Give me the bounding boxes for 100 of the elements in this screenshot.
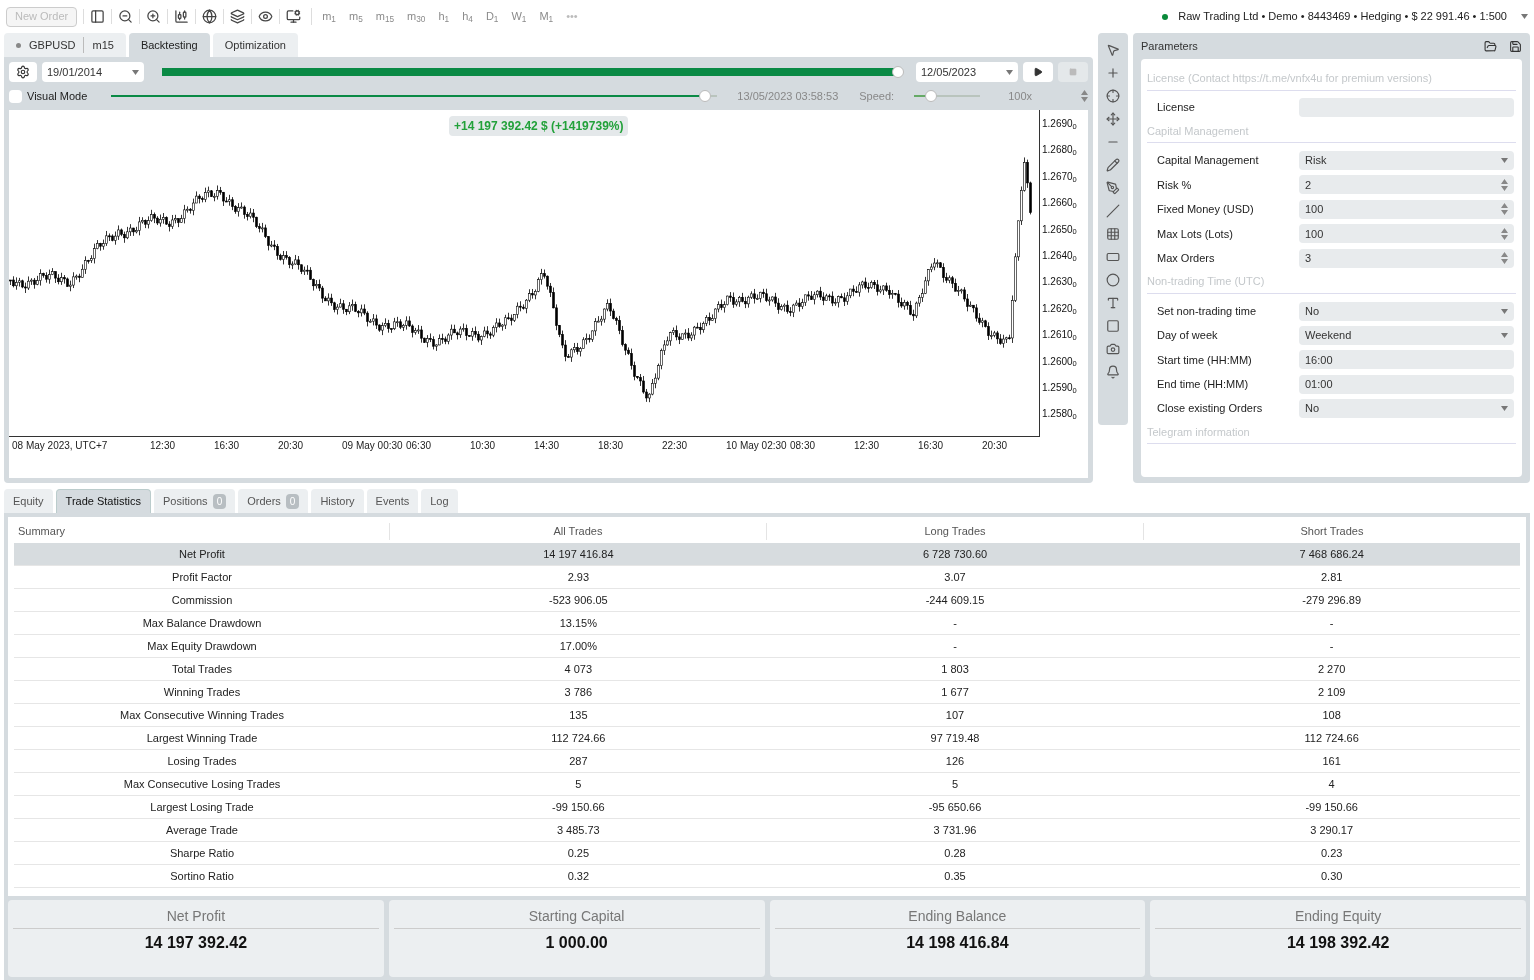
bottom-tab[interactable]: Positions 0 — [154, 489, 236, 513]
pen-icon[interactable] — [1106, 181, 1120, 195]
table-row[interactable]: Winning Trades 3 786 1 677 2 109 — [14, 681, 1520, 704]
slash-icon[interactable] — [1106, 204, 1120, 218]
bottom-tab[interactable]: Log — [421, 489, 458, 513]
chart-tab[interactable]: Backtesting — [128, 33, 210, 57]
bottom-tab[interactable]: History — [311, 489, 364, 513]
time-label: 20:30 — [981, 438, 1009, 453]
select-field[interactable]: No — [1299, 399, 1514, 419]
bell-icon[interactable] — [1106, 365, 1120, 379]
table-row[interactable]: Commission -523 906.05 -244 609.15 -279 296.89 — [14, 589, 1520, 612]
camera-icon[interactable] — [1106, 342, 1120, 356]
zoom-out-icon[interactable] — [118, 9, 134, 24]
table-cell-text: Profit Factor — [171, 569, 233, 585]
layout-icon[interactable] — [90, 9, 106, 24]
profit-badge: +14 197 392.42 $ (+1419739%) — [449, 116, 629, 136]
end-date-select[interactable]: 12/05/2023 — [916, 62, 1018, 82]
card-value: 14 198 416.84 — [905, 933, 1010, 953]
input-field[interactable]: 3 — [1299, 248, 1514, 268]
zoom-in-icon[interactable] — [146, 9, 162, 24]
pointer-icon[interactable] — [1106, 43, 1120, 57]
table-row[interactable]: Average Trade 3 485.73 3 731.96 3 290.17 — [14, 819, 1520, 842]
select-field[interactable]: Risk — [1299, 151, 1514, 171]
spinner-icon[interactable] — [1501, 178, 1508, 191]
parameter-label: License — [1157, 100, 1196, 116]
input-field[interactable]: 100 — [1299, 199, 1514, 219]
candlestick-icon[interactable] — [174, 9, 190, 24]
table-cell-text: -99 150.66 — [1304, 799, 1359, 815]
table-cell-text: 0.23 — [1319, 845, 1344, 861]
eye-icon[interactable] — [258, 9, 274, 24]
globe-icon[interactable] — [202, 9, 218, 24]
table-cell-text: Commission — [170, 592, 234, 608]
input-field[interactable]: 100 — [1299, 224, 1514, 244]
table-row[interactable]: Sharpe Ratio 0.25 0.28 0.23 — [14, 842, 1520, 865]
visual-mode-checkbox[interactable] — [9, 89, 22, 103]
table-cell-text: Max Consecutive Winning Trades — [119, 707, 285, 723]
price-label: 1.2690$_{0}$ — [1041, 118, 1077, 133]
table-row[interactable]: Sortino Ratio 0.32 0.35 0.30 — [14, 865, 1520, 888]
play-button[interactable] — [1023, 62, 1053, 82]
monitor-settings-icon[interactable] — [286, 9, 302, 24]
table-cell-text: - — [952, 615, 958, 631]
price-label: 1.2670$_{0}$ — [1041, 170, 1077, 186]
rectangle-icon[interactable] — [1106, 250, 1120, 264]
bottom-tab[interactable]: Trade Statistics — [55, 489, 151, 513]
table-row[interactable]: Largest Losing Trade -99 150.66 -95 650.66 -99 150.66 — [14, 796, 1520, 819]
table-row[interactable]: Max Equity Drawdown 17.00% - - — [14, 635, 1520, 658]
circle-icon[interactable] — [1106, 273, 1120, 287]
visual-mode-label: Visual Mode — [27, 88, 88, 104]
save-icon[interactable] — [1509, 39, 1522, 53]
bottom-tab[interactable]: Orders 0 — [238, 489, 309, 513]
open-folder-icon[interactable] — [1484, 39, 1497, 53]
spinner-icon[interactable] — [1081, 90, 1088, 102]
card-label: Net Profit — [13, 906, 379, 929]
spinner-icon[interactable] — [1501, 252, 1508, 265]
table-cell-text: 5 — [950, 776, 960, 792]
chart-tab[interactable]: Optimization — [212, 33, 298, 57]
table-row[interactable]: Profit Factor 2.93 3.07 2.81 — [14, 566, 1520, 589]
table-row[interactable]: Total Trades 4 073 1 803 2 270 — [14, 658, 1520, 681]
settings-button[interactable] — [9, 62, 37, 82]
slider-thumb[interactable] — [892, 66, 904, 78]
group-title: Capital Management — [1147, 122, 1516, 144]
square-icon[interactable] — [1106, 319, 1120, 333]
table-row[interactable]: Max Consecutive Winning Trades 135 107 108 — [14, 704, 1520, 727]
input-field[interactable]: 01:00 — [1299, 374, 1514, 394]
select-field[interactable]: No — [1299, 301, 1514, 321]
layers-icon[interactable] — [230, 9, 246, 24]
text-icon[interactable] — [1106, 296, 1120, 310]
table-cell-text: 17.00% — [558, 638, 598, 654]
time-label: 20:30 — [277, 438, 305, 453]
crosshair-icon[interactable] — [1106, 89, 1120, 103]
table-cell-text: Net Profit — [178, 546, 226, 562]
select-field[interactable]: Weekend — [1299, 325, 1514, 345]
chart-tab[interactable]: GBPUSD m15 — [4, 33, 126, 57]
table-row[interactable]: Max Consecutive Losing Trades 5 5 4 — [14, 773, 1520, 796]
slider-thumb[interactable] — [924, 90, 937, 102]
account-info[interactable]: Raw Trading Ltd • Demo • 8443469 • Hedging • $ 22 991.46 • 1:500 — [1178, 8, 1507, 25]
input-field[interactable]: 16:00 — [1299, 350, 1514, 370]
input-field[interactable]: 2 — [1299, 175, 1514, 195]
bottom-tab[interactable]: Equity — [4, 489, 53, 513]
start-date-select[interactable]: 19/01/2014 — [42, 62, 144, 82]
slider-thumb[interactable] — [699, 90, 712, 102]
table-cell-text: Largest Winning Trade — [145, 730, 259, 746]
table-row[interactable]: Net Profit 14 197 416.84 6 728 730.60 7 468 686.24 — [14, 543, 1520, 566]
price-label: 1.2600$_{0}$ — [1041, 355, 1077, 371]
table-row[interactable]: Largest Winning Trade 112 724.66 97 719.48 112 724.66 — [14, 727, 1520, 750]
time-label: 22:30 — [661, 438, 689, 453]
group-title: Telegram information — [1147, 423, 1516, 445]
spinner-icon[interactable] — [1501, 227, 1508, 240]
table-row[interactable]: Max Balance Drawdown 13.15% - - — [14, 612, 1520, 635]
spinner-icon[interactable] — [1501, 203, 1508, 216]
table-cell-text: 126 — [944, 753, 966, 769]
table-cell-text: 14 197 416.84 — [542, 546, 615, 562]
timeframe-label: m15 — [83, 36, 114, 54]
table-row[interactable]: Losing Trades 287 126 161 — [14, 750, 1520, 773]
move-icon[interactable] — [1106, 112, 1120, 126]
table-cell-text: 3.07 — [943, 569, 967, 585]
grid-icon[interactable] — [1106, 227, 1120, 241]
pencil-icon[interactable] — [1106, 158, 1120, 172]
parameter-label: Day of week — [1157, 328, 1219, 344]
bottom-tab[interactable]: Events — [366, 489, 419, 513]
